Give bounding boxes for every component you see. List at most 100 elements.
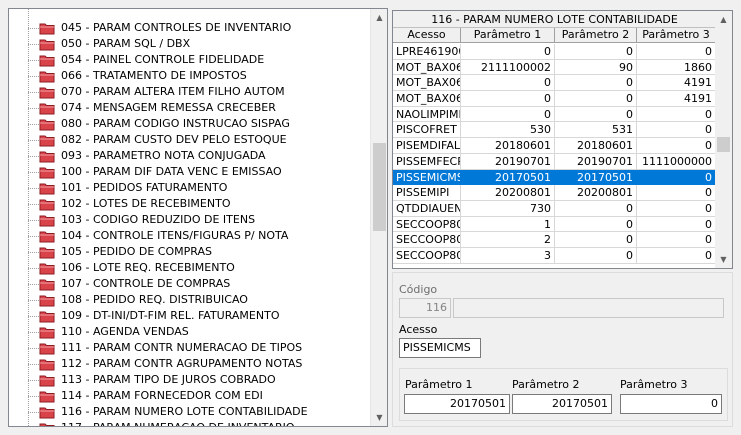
- acesso-label: Acesso: [399, 323, 438, 336]
- table-row[interactable]: SECCOOP801100: [393, 216, 716, 233]
- tree-item[interactable]: 104 - CONTROLE ITENS/FIGURAS P/ NOTA: [17, 228, 372, 244]
- tree-item[interactable]: 066 - TRATAMENTO DE IMPOSTOS: [17, 68, 372, 84]
- acesso-field[interactable]: PISSEMICMS: [399, 338, 481, 358]
- scroll-thumb[interactable]: [717, 137, 730, 152]
- tree-connector: [17, 100, 39, 116]
- tree-item[interactable]: 070 - PARAM ALTERA ITEM FILHO AUTOM: [17, 84, 372, 100]
- tree-item[interactable]: 093 - PARAMETRO NOTA CONJUGADA: [17, 148, 372, 164]
- table-cell: 0: [461, 44, 555, 60]
- grid-vertical-scrollbar[interactable]: ▲ ▼: [715, 11, 732, 268]
- codigo-description-field: [453, 298, 724, 318]
- tree-item[interactable]: 102 - LOTES DE RECEBIMENTO: [17, 196, 372, 212]
- scroll-thumb[interactable]: [373, 143, 386, 231]
- folder-icon: [39, 70, 55, 83]
- table-cell: NAOLIMPIMP: [393, 106, 461, 123]
- tree-item-label: 050 - PARAM SQL / DBX: [61, 37, 191, 50]
- params-grid[interactable]: 116 - PARAM NUMERO LOTE CONTABILIDADE Ac…: [392, 10, 733, 269]
- table-cell: PISSEMIPI: [393, 185, 461, 201]
- table-row[interactable]: NAOLIMPIMP 0 0 0: [393, 106, 716, 123]
- scroll-down-arrow-icon[interactable]: ▼: [715, 251, 732, 268]
- tree-item[interactable]: 111 - PARAM CONTR NUMERACAO DE TIPOS: [17, 340, 372, 356]
- table-row[interactable]: PISCOFRET 530 531 0: [393, 122, 716, 139]
- tree-item[interactable]: 050 - PARAM SQL / DBX: [17, 36, 372, 52]
- tree-connector: [17, 388, 39, 404]
- table-row[interactable]: SECCOOP803300: [393, 247, 716, 264]
- scroll-up-arrow-icon[interactable]: ▲: [371, 9, 388, 26]
- table-cell: 20180601: [555, 138, 637, 154]
- scroll-up-arrow-icon[interactable]: ▲: [715, 11, 732, 28]
- tree-item-label: 111 - PARAM CONTR NUMERACAO DE TIPOS: [61, 341, 303, 354]
- tree-item[interactable]: 109 - DT-INI/DT-FIM REL. FATURAMENTO: [17, 308, 372, 324]
- table-row[interactable]: PISEMDIFAL 20180601 20180601 0: [393, 138, 716, 154]
- param2-label: Parâmetro 2: [512, 378, 580, 391]
- table-cell: 0: [637, 122, 716, 139]
- table-row[interactable]: LPRE461900 0 0 0: [393, 44, 716, 60]
- tree-item[interactable]: 113 - PARAM TIPO DE JUROS COBRADO: [17, 372, 372, 388]
- tree-connector: [17, 292, 39, 308]
- tree-item[interactable]: 074 - MENSAGEM REMESSA CRECEBER: [17, 100, 372, 116]
- table-cell: 0: [555, 44, 637, 60]
- table-cell: PISSEMICMS: [393, 169, 461, 186]
- tree-item[interactable]: 105 - PEDIDO DE COMPRAS: [17, 244, 372, 260]
- tree-item[interactable]: 045 - PARAM CONTROLES DE INVENTARIO: [17, 20, 372, 36]
- tree-item-label: 082 - PARAM CUSTO DEV PELO ESTOQUE: [61, 133, 287, 146]
- param2-field[interactable]: 20170501: [512, 394, 612, 414]
- table-row[interactable]: PISSEMICMS 20170501 20170501 0: [393, 169, 716, 186]
- tree-item[interactable]: 101 - PEDIDOS FATURAMENTO: [17, 180, 372, 196]
- table-cell: 0: [555, 247, 637, 264]
- table-cell: 1111000000: [637, 153, 716, 170]
- tree-connector: [17, 276, 39, 292]
- table-cell: 20190701: [555, 153, 637, 170]
- folder-icon: [39, 406, 55, 419]
- table-cell: 0: [637, 232, 716, 248]
- scroll-down-arrow-icon[interactable]: ▼: [371, 409, 388, 426]
- tree-item[interactable]: 107 - CONTROLE DE COMPRAS: [17, 276, 372, 292]
- tree-item[interactable]: 082 - PARAM CUSTO DEV PELO ESTOQUE: [17, 132, 372, 148]
- table-row[interactable]: MOT_BAX062004191: [393, 75, 716, 92]
- table-cell: 0: [637, 247, 716, 264]
- column-header-parametro-1[interactable]: Parâmetro 1: [461, 28, 555, 43]
- folder-icon: [39, 230, 55, 243]
- param3-label: Parâmetro 3: [620, 378, 688, 391]
- table-cell: SECCOOP803: [393, 247, 461, 264]
- tree-item-label: 074 - MENSAGEM REMESSA CRECEBER: [61, 101, 276, 114]
- tree-item[interactable]: 112 - PARAM CONTR AGRUPAMENTO NOTAS: [17, 356, 372, 372]
- column-header-parametro-2[interactable]: Parâmetro 2: [555, 28, 637, 43]
- table-row[interactable]: PISSEMFECP 20190701 20190701 1111000000: [393, 153, 716, 170]
- table-cell: SECCOOP802: [393, 232, 461, 248]
- tree-item[interactable]: 117 - PARAM NUMERACAO DE INVENTARIO: [17, 420, 372, 426]
- tree-item[interactable]: 114 - PARAM FORNECEDOR COM EDI: [17, 388, 372, 404]
- param3-field[interactable]: 0: [620, 394, 722, 414]
- tree-item-label: 100 - PARAM DIF DATA VENC E EMISSAO: [61, 165, 282, 178]
- tree-item-label: 108 - PEDIDO REQ. DISTRIBUICAO: [61, 293, 248, 306]
- folder-icon: [39, 134, 55, 147]
- folder-icon: [39, 326, 55, 339]
- tree-connector: [17, 324, 39, 340]
- table-row[interactable]: MOT_BAX0612111100002901860: [393, 59, 716, 76]
- folder-icon: [39, 182, 55, 195]
- table-cell: LPRE461900: [393, 44, 461, 60]
- tree-connector: [17, 36, 39, 52]
- table-row[interactable]: MOT_BAX063004191: [393, 91, 716, 107]
- table-row[interactable]: SECCOOP802200: [393, 232, 716, 248]
- table-cell: 0: [555, 106, 637, 123]
- tree-item[interactable]: 103 - CODIGO REDUZIDO DE ITENS: [17, 212, 372, 228]
- tree-item[interactable]: 106 - LOTE REQ. RECEBIMENTO: [17, 260, 372, 276]
- tree-connector: [17, 20, 39, 36]
- param1-field[interactable]: 20170501: [404, 394, 510, 414]
- tree-item[interactable]: 080 - PARAM CODIGO INSTRUCAO SISPAG: [17, 116, 372, 132]
- tree-item[interactable]: 110 - AGENDA VENDAS: [17, 324, 372, 340]
- tree-item[interactable]: 054 - PAINEL CONTROLE FIDELIDADE: [17, 52, 372, 68]
- folder-icon: [39, 358, 55, 371]
- tree-vertical-scrollbar[interactable]: ▲ ▼: [370, 9, 387, 426]
- tree-item[interactable]: 100 - PARAM DIF DATA VENC E EMISSAO: [17, 164, 372, 180]
- table-row[interactable]: PISSEMIPI 20200801 20200801 0: [393, 185, 716, 201]
- table-cell: 1860: [637, 59, 716, 76]
- tree-item[interactable]: 116 - PARAM NUMERO LOTE CONTABILIDADE: [17, 404, 372, 420]
- tree-connector: [17, 196, 39, 212]
- column-header-parametro-3[interactable]: Parâmetro 3: [637, 28, 716, 43]
- tree-item-label: 093 - PARAMETRO NOTA CONJUGADA: [61, 149, 266, 162]
- column-header-acesso[interactable]: Acesso: [393, 28, 461, 43]
- table-row[interactable]: QTDDIAUENT73000: [393, 200, 716, 217]
- tree-item[interactable]: 108 - PEDIDO REQ. DISTRIBUICAO: [17, 292, 372, 308]
